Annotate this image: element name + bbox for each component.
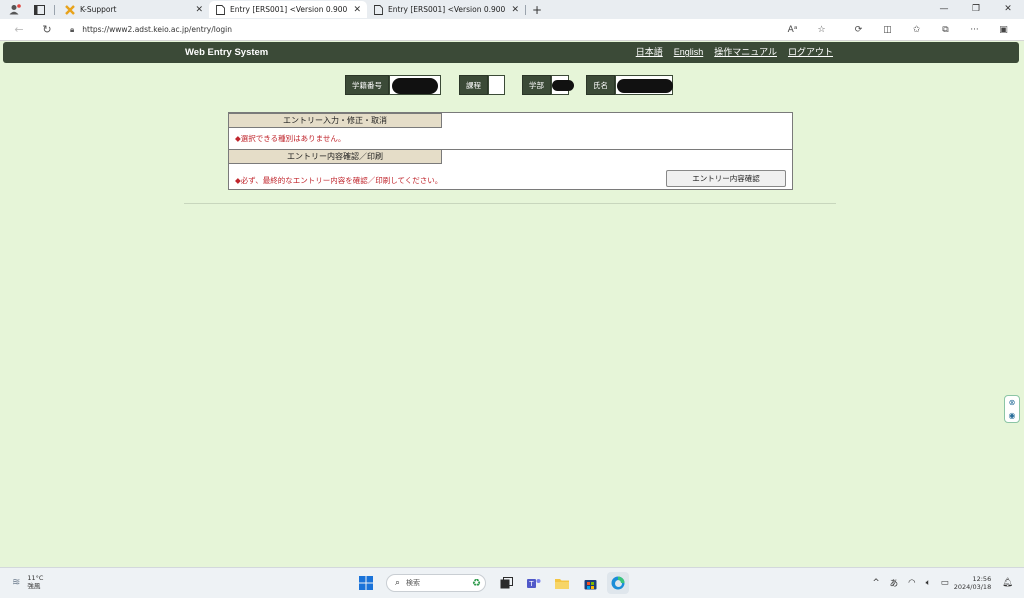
link-logout[interactable]: ログアウト <box>788 42 833 63</box>
url-field[interactable]: 🔒︎ https://www2.adst.keio.ac.jp/entry/lo… <box>70 25 232 35</box>
tab-title: Entry [ERS001] <Version 0.900> <box>388 5 506 14</box>
course-label: 課程 <box>459 75 488 95</box>
battery-icon[interactable]: ▭ <box>941 578 949 588</box>
taskbar-apps: ⌕ 検索 ♻ T <box>352 572 632 594</box>
page-favicon-icon <box>215 4 225 15</box>
date: 2024/03/18 <box>953 583 992 591</box>
minimize-icon[interactable]: — <box>928 0 960 19</box>
name-label: 氏名 <box>586 75 615 95</box>
confirm-print-message: ◆必ず、最終的なエントリー内容を確認／印刷してください。 <box>235 176 443 185</box>
link-english[interactable]: English <box>674 42 704 63</box>
side-widget[interactable]: ⊗ ◉ <box>1004 395 1020 423</box>
favorites-icon[interactable]: ✩ <box>902 25 931 35</box>
read-aloud-icon[interactable]: Aᵃ <box>778 25 807 35</box>
tab-actions-icon[interactable] <box>30 1 48 18</box>
entry-panel: エントリー入力・修正・取消 ◆選択できる種別はありません。 エントリー内容確認／… <box>228 112 793 190</box>
notification-icon[interactable]: 🔔︎ <box>1002 578 1013 588</box>
start-icon[interactable] <box>355 572 377 594</box>
close-tab-icon[interactable]: ✕ <box>511 5 519 15</box>
header-links: 日本語 English 操作マニュアル ログアウト <box>636 42 833 63</box>
restore-icon[interactable]: ❐ <box>960 0 992 19</box>
taskbar-search[interactable]: ⌕ 検索 ♻ <box>386 574 486 592</box>
favorite-star-icon[interactable]: ☆ <box>807 25 836 35</box>
faculty-value <box>551 75 574 95</box>
tab-title: Entry [ERS001] <Version 0.900> <box>230 5 348 14</box>
close-window-icon[interactable]: ✕ <box>992 0 1024 19</box>
store-icon[interactable] <box>579 572 601 594</box>
wind-icon: ≋ <box>12 576 21 588</box>
name-field: 氏名 <box>586 75 673 95</box>
close-tab-icon[interactable]: ✕ <box>195 5 203 15</box>
edge-icon[interactable] <box>607 572 629 594</box>
chevron-up-icon[interactable]: ^ <box>873 578 880 588</box>
course-value <box>488 75 505 95</box>
extensions-icon[interactable]: ⟳ <box>844 25 873 35</box>
close-tab-icon[interactable]: ✕ <box>353 5 361 15</box>
volume-icon[interactable]: 🔈︎ <box>926 578 931 588</box>
weather-widget[interactable]: ≋ 11°C 強風 <box>12 574 43 590</box>
file-explorer-icon[interactable] <box>551 572 573 594</box>
teams-icon[interactable]: T <box>523 572 545 594</box>
close-circle-icon[interactable]: ⊗ <box>1009 398 1016 407</box>
temperature: 11°C <box>27 574 44 582</box>
search-icon: ⌕ <box>395 578 401 588</box>
green-app-icon: ♻ <box>472 577 481 589</box>
tab-k-support[interactable]: K-Support ✕ <box>59 1 209 18</box>
back-icon[interactable]: ← <box>8 23 30 36</box>
student-info-row: 学籍番号 課程 学部 氏名 <box>0 75 1024 95</box>
page-header: Web Entry System 日本語 English 操作マニュアル ログア… <box>3 42 1019 63</box>
tab-title: K-Support <box>80 5 117 14</box>
task-view-icon[interactable] <box>495 572 517 594</box>
redaction-mark <box>617 79 673 93</box>
search-placeholder: 検索 <box>406 579 421 587</box>
clock[interactable]: 12:56 2024/03/18 <box>954 575 991 591</box>
browser-tabstrip: K-Support ✕ Entry [ERS001] <Version 0.90… <box>0 0 1024 19</box>
student-id-value <box>389 75 441 95</box>
new-tab-icon[interactable]: + <box>532 3 542 17</box>
page-favicon-icon <box>373 4 383 15</box>
ime-indicator[interactable]: あ <box>890 577 899 589</box>
link-japanese[interactable]: 日本語 <box>636 42 663 63</box>
course-field: 課程 <box>459 75 505 95</box>
faculty-field: 学部 <box>522 75 574 95</box>
address-bar: ← ↻ 🔒︎ https://www2.adst.keio.ac.jp/entr… <box>0 19 1024 41</box>
no-selectable-type-message: ◆選択できる種別はありません。 <box>235 134 346 143</box>
student-id-field: 学籍番号 <box>345 75 441 95</box>
target-icon[interactable]: ◉ <box>1009 411 1016 420</box>
name-value <box>615 75 673 95</box>
wifi-icon[interactable]: ◠ <box>908 578 915 588</box>
page-title: Web Entry System <box>185 47 269 58</box>
redaction-mark <box>552 80 574 91</box>
weather-condition: 強風 <box>27 582 41 590</box>
tab-entry-2[interactable]: Entry [ERS001] <Version 0.900> ✕ <box>367 1 525 18</box>
content-divider <box>184 203 836 204</box>
window-controls: — ❐ ✕ <box>928 0 1024 19</box>
svg-text:T: T <box>528 580 534 588</box>
lock-icon[interactable]: 🔒︎ <box>70 25 74 35</box>
link-manual[interactable]: 操作マニュアル <box>714 42 777 63</box>
toolbar-right: Aᵃ ☆ ⟳ ◫ ✩ ⧉ ··· ▣ <box>778 19 1018 41</box>
split-screen-icon[interactable]: ◫ <box>873 25 902 35</box>
tab-entry-active[interactable]: Entry [ERS001] <Version 0.900> ✕ <box>209 1 367 18</box>
section-entry-input-header: エントリー入力・修正・取消 <box>229 113 442 128</box>
section-entry-confirm-header: エントリー内容確認／印刷 <box>229 149 442 164</box>
time: 12:56 <box>972 575 992 583</box>
system-tray: ^ あ ◠ 🔈︎ ▭ 12:56 2024/03/18 🔔︎ <box>868 572 1018 594</box>
url-text: https://www2.adst.keio.ac.jp/entry/login <box>82 25 233 34</box>
profile-icon[interactable] <box>6 1 24 18</box>
redaction-mark <box>392 78 438 94</box>
k-support-favicon-icon <box>65 4 75 15</box>
student-id-label: 学籍番号 <box>345 75 389 95</box>
entry-confirm-button[interactable]: エントリー内容確認 <box>666 170 786 187</box>
collections-icon[interactable]: ⧉ <box>931 25 960 35</box>
taskbar: ≋ 11°C 強風 ⌕ 検索 ♻ T ^ あ ◠ 🔈︎ ▭ 12:56 2024… <box>0 567 1024 598</box>
more-menu-icon[interactable]: ··· <box>960 25 989 35</box>
sidebar-icon[interactable]: ▣ <box>989 25 1018 35</box>
faculty-label: 学部 <box>522 75 551 95</box>
refresh-icon[interactable]: ↻ <box>36 23 58 36</box>
